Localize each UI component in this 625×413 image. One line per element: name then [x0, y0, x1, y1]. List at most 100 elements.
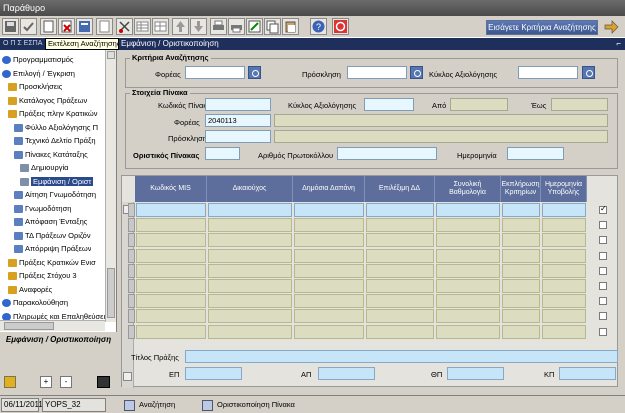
protokollo-field[interactable]: [337, 147, 437, 160]
table-cell[interactable]: [366, 248, 434, 263]
sidebar-horizontal-scrollbar[interactable]: [0, 320, 105, 331]
table-cell[interactable]: [502, 218, 540, 233]
sidebar-item[interactable]: Πράξεις πλην Κρατικών: [8, 108, 98, 120]
table-cell[interactable]: [294, 324, 364, 339]
table-cell[interactable]: [366, 279, 434, 293]
column-header[interactable]: Συνολική Βαθμολογία: [435, 176, 501, 202]
app-pill[interactable]: Ο Π Σ ΕΣΠΑ: [0, 38, 44, 50]
prosklisi-pinaka-field[interactable]: [205, 130, 271, 143]
foreis-search-icon[interactable]: [248, 66, 261, 79]
table-cell[interactable]: [294, 263, 364, 278]
table-cell[interactable]: [208, 203, 292, 217]
row-selector[interactable]: [128, 218, 135, 233]
table-cell[interactable]: [136, 233, 206, 248]
table-cell[interactable]: [136, 248, 206, 263]
kyklos-field[interactable]: [518, 66, 578, 79]
document-icon[interactable]: [40, 18, 57, 35]
print2-icon[interactable]: [228, 18, 245, 35]
sidebar-item[interactable]: Απόρριψη Πράξεων: [14, 243, 91, 255]
table-cell[interactable]: [436, 263, 500, 278]
sidebar-item[interactable]: Εμφάνιση / Οριστ: [20, 176, 94, 188]
row-checkbox[interactable]: [599, 204, 607, 214]
table-cell[interactable]: [294, 309, 364, 324]
row-selector[interactable]: [128, 233, 135, 248]
table-cell[interactable]: [294, 279, 364, 293]
table-cell[interactable]: [136, 279, 206, 293]
grid-icon[interactable]: [134, 18, 151, 35]
table-cell[interactable]: [542, 263, 586, 278]
scroll-down-icon[interactable]: [123, 372, 132, 381]
table-cell[interactable]: [502, 279, 540, 293]
table-cell[interactable]: [436, 324, 500, 339]
save-icon[interactable]: [2, 18, 19, 35]
kodikos-field[interactable]: [205, 98, 271, 111]
table-cell[interactable]: [366, 203, 434, 217]
sidebar-item[interactable]: Τεχνικό Δελτίο Πράξη: [14, 135, 96, 147]
table-cell[interactable]: [208, 218, 292, 233]
table-cell[interactable]: [366, 263, 434, 278]
column-header[interactable]: Ημερομηνία Υποβολής: [541, 176, 587, 202]
delete-icon[interactable]: [58, 18, 75, 35]
kp-field[interactable]: [559, 367, 616, 380]
table-cell[interactable]: [366, 309, 434, 324]
eos-field[interactable]: [551, 98, 608, 111]
column-header[interactable]: Επιλέξιμη ΔΔ: [365, 176, 435, 202]
oristikos-field[interactable]: [205, 147, 240, 160]
row-selector[interactable]: [128, 248, 135, 263]
row-selector[interactable]: [128, 279, 135, 293]
table-cell[interactable]: [208, 263, 292, 278]
table-cell[interactable]: [436, 294, 500, 309]
sidebar-item[interactable]: Αίτηση Γνωμοδότηση: [14, 189, 96, 201]
search-button[interactable]: Αναζήτηση: [124, 398, 175, 411]
sidebar-item[interactable]: Πράξεις Κρατικών Ενισ: [8, 257, 96, 269]
sidebar-item[interactable]: Γνωμοδότηση: [14, 203, 71, 215]
op-field[interactable]: [447, 367, 504, 380]
row-checkbox[interactable]: [599, 251, 607, 260]
table-cell[interactable]: [542, 324, 586, 339]
table-cell[interactable]: [436, 248, 500, 263]
column-header[interactable]: Δικαιούχος: [207, 176, 293, 202]
table-cell[interactable]: [502, 309, 540, 324]
prosklisi-search-icon[interactable]: [410, 66, 423, 79]
row-checkbox[interactable]: [599, 236, 607, 245]
grid2-icon[interactable]: [152, 18, 169, 35]
sidebar-item[interactable]: Απόφαση Ένταξης: [14, 216, 87, 228]
table-cell[interactable]: [542, 203, 586, 217]
table-cell[interactable]: [294, 218, 364, 233]
sidebar-item[interactable]: Δημιουργία: [20, 162, 68, 174]
print-icon[interactable]: [210, 18, 227, 35]
paste-icon[interactable]: [282, 18, 299, 35]
sidebar-vertical-scrollbar[interactable]: [105, 50, 116, 322]
table-cell[interactable]: [502, 233, 540, 248]
film-icon[interactable]: [97, 376, 110, 388]
row-checkbox[interactable]: [599, 297, 607, 306]
down-icon[interactable]: [190, 18, 207, 35]
prosklisi-field[interactable]: [347, 66, 407, 79]
table-cell[interactable]: [436, 279, 500, 293]
table-cell[interactable]: [542, 279, 586, 293]
scroll-thumb-horizontal[interactable]: [4, 322, 54, 330]
row-checkbox[interactable]: [599, 282, 607, 290]
scroll-thumb[interactable]: [107, 268, 115, 318]
sidebar-item[interactable]: Προγραμματισμός: [2, 54, 74, 66]
row-selector[interactable]: [128, 263, 135, 278]
sidebar-item[interactable]: Πίνακες Κατάταξης: [14, 149, 88, 161]
report-icon[interactable]: [76, 18, 93, 35]
table-cell[interactable]: [542, 294, 586, 309]
exit-icon[interactable]: [332, 18, 349, 35]
table-cell[interactable]: [366, 324, 434, 339]
sidebar-item[interactable]: ΤΔ Πράξεων Οριζόν: [14, 230, 91, 242]
row-checkbox[interactable]: [599, 327, 607, 336]
sidebar-item[interactable]: Πράξεις Στόχου 3: [8, 270, 77, 282]
titlos-field[interactable]: [185, 350, 618, 363]
table-cell[interactable]: [436, 203, 500, 217]
row-selector[interactable]: [128, 203, 135, 217]
imerominia-field[interactable]: [507, 147, 564, 160]
table-cell[interactable]: [208, 309, 292, 324]
row-checkbox[interactable]: [599, 266, 607, 275]
ap-field[interactable]: [318, 367, 375, 380]
ep-field[interactable]: [185, 367, 242, 380]
table-cell[interactable]: [294, 248, 364, 263]
table-cell[interactable]: [366, 218, 434, 233]
copy-icon[interactable]: [264, 18, 281, 35]
